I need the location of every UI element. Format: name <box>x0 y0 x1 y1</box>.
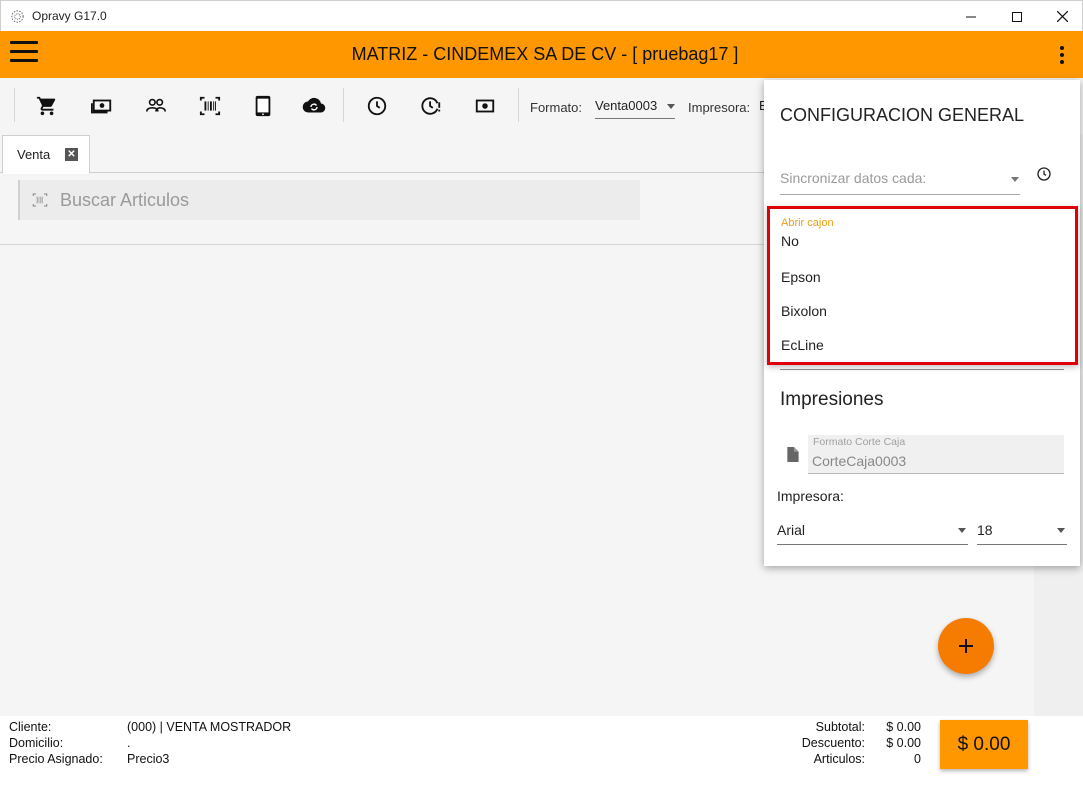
cliente-value[interactable]: (000) | VENTA MOSTRADOR <box>127 720 291 734</box>
file-icon <box>787 447 799 462</box>
subtotal-label: Subtotal: <box>815 720 865 734</box>
minimize-button[interactable] <box>948 1 994 32</box>
font-select[interactable]: Arial <box>777 517 968 545</box>
tablet-icon <box>255 95 271 117</box>
tablet-button[interactable] <box>250 93 276 119</box>
cloud-sync-button[interactable] <box>301 93 327 119</box>
people-icon <box>146 98 166 112</box>
cart-button[interactable] <box>34 93 60 119</box>
minimize-icon <box>966 16 976 17</box>
chevron-down-icon <box>958 528 966 533</box>
barcode-scan-icon <box>32 193 48 207</box>
sale-footer: Cliente: (000) | VENTA MOSTRADOR Domicil… <box>0 716 1083 791</box>
field-underline <box>780 369 1064 370</box>
impresora-label: Impresora: <box>688 100 751 115</box>
option-bixolon[interactable]: Bixolon <box>781 303 827 319</box>
abrir-cajon-dropdown: Abrir cajon No Epson Bixolon EcLine <box>767 206 1078 365</box>
corte-caja-field[interactable]: Formato Corte Caja CorteCaja0003 <box>808 435 1064 474</box>
app-logo-icon <box>11 10 24 23</box>
clock-icon <box>367 96 387 116</box>
option-no[interactable]: No <box>781 233 799 249</box>
more-options-button[interactable] <box>1058 46 1066 66</box>
precio-label: Precio Asignado: <box>9 752 103 766</box>
precio-value: Precio3 <box>127 752 170 766</box>
clock-icon <box>1037 167 1051 181</box>
tab-label: Venta <box>17 147 51 162</box>
sync-interval-select[interactable]: Sincronizar datos cada: <box>780 170 1020 195</box>
plus-icon <box>959 639 973 653</box>
add-button[interactable] <box>938 618 994 674</box>
app-title: MATRIZ - CINDEMEX SA DE CV - [ pruebag17… <box>351 44 739 64</box>
option-ecline[interactable]: EcLine <box>781 337 824 353</box>
barcode-icon <box>199 96 221 116</box>
articulos-label: Articulos: <box>813 752 865 766</box>
abrir-cajon-label: Abrir cajon <box>781 217 834 229</box>
font-value: Arial <box>777 522 806 538</box>
panel-title: CONFIGURACION GENERAL <box>780 105 1025 125</box>
descuento-label: Descuento: <box>801 736 865 750</box>
toolbar-divider <box>518 88 519 122</box>
domicilio-value: . <box>127 736 131 750</box>
money-icon <box>475 99 495 113</box>
maximize-button[interactable] <box>994 1 1040 32</box>
tab-close-icon[interactable]: ✕ <box>65 148 78 161</box>
kebab-icon <box>1060 46 1064 50</box>
clients-button[interactable] <box>143 93 169 119</box>
cliente-label: Cliente: <box>9 720 52 734</box>
close-button[interactable] <box>1039 1 1083 32</box>
toolbar-divider <box>14 88 15 122</box>
chevron-down-icon <box>1057 528 1065 533</box>
clock-alert-icon <box>421 97 441 115</box>
cloud-sync-icon <box>302 97 326 113</box>
cash-icon <box>91 99 112 114</box>
app-bar: MATRIZ - CINDEMEX SA DE CV - [ pruebag17… <box>0 31 1083 78</box>
impresiones-title: Impresiones <box>780 389 884 410</box>
chevron-down-icon <box>667 104 675 109</box>
toolbar-divider <box>343 88 344 122</box>
formato-select[interactable]: Venta0003 <box>595 98 675 119</box>
cash-button[interactable] <box>89 93 115 119</box>
close-icon <box>1056 11 1068 22</box>
corte-caja-label: Formato Corte Caja <box>813 436 906 448</box>
search-bar <box>18 180 640 220</box>
corte-caja-value: CorteCaja0003 <box>812 453 907 469</box>
maximize-icon <box>1012 11 1022 22</box>
sync-placeholder: Sincronizar datos cada: <box>780 170 927 186</box>
money-button[interactable] <box>472 93 498 119</box>
pending-button[interactable] <box>418 93 444 119</box>
barcode-button[interactable] <box>197 93 223 119</box>
formato-label: Formato: <box>530 100 583 115</box>
subtotal-value: $ 0.00 <box>886 720 921 734</box>
impresora-label: Impresora: <box>777 488 844 504</box>
descuento-value: $ 0.00 <box>886 736 921 750</box>
domicilio-label: Domicilio: <box>9 736 64 750</box>
tab-venta[interactable]: Venta ✕ <box>2 135 90 174</box>
option-epson[interactable]: Epson <box>781 269 821 285</box>
history-button[interactable] <box>364 93 390 119</box>
font-size-value: 18 <box>977 522 993 538</box>
chevron-down-icon <box>1011 177 1019 182</box>
search-input[interactable] <box>60 189 620 211</box>
window-titlebar: Opravy G17.0 <box>0 0 1083 31</box>
formato-value: Venta0003 <box>595 98 658 113</box>
cart-icon <box>36 96 56 116</box>
total-pay-button[interactable]: $ 0.00 <box>940 720 1028 769</box>
window-title: Opravy G17.0 <box>32 9 107 23</box>
font-size-select[interactable]: 18 <box>977 517 1067 545</box>
articulos-value: 0 <box>914 752 921 766</box>
